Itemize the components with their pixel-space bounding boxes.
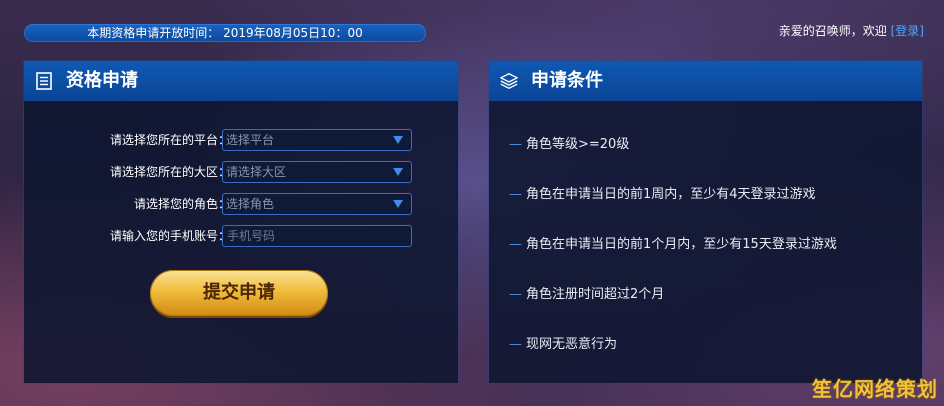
dash-icon: — [509,287,522,302]
region-select-value: 请选择大区 [226,165,287,179]
open-time-text: 本期资格申请开放时间： 2019年08月05日10：00 [87,26,363,40]
phone-label: 请输入您的手机账号： [109,229,230,243]
role-row: 请选择您的角色： 选择角色 [50,193,450,215]
phone-row: 请输入您的手机账号： [50,225,450,247]
welcome-text: 亲爱的召唤师，欢迎 [778,24,887,38]
open-time-bar: 本期资格申请开放时间： 2019年08月05日10：00 [24,24,426,42]
chevron-down-icon [393,200,403,208]
role-label: 请选择您的角色： [133,197,230,211]
region-label: 请选择您所在的大区： [109,165,230,179]
phone-input[interactable] [223,226,411,246]
conditions-title: 申请条件 [531,70,603,91]
dash-icon: — [509,187,522,202]
platform-select[interactable]: 选择平台 [222,129,412,151]
condition-text: 角色在申请当日的前1个月内，至少有15天登录过游戏 [526,237,837,252]
phone-field[interactable] [222,225,412,247]
condition-text: 角色等级>=20级 [526,137,630,152]
chevron-down-icon [393,168,403,176]
login-link[interactable]: [登录] [891,24,924,38]
platform-select-value: 选择平台 [226,133,275,147]
condition-item: — 角色注册时间超过2个月 [509,286,664,304]
submit-button-label: 提交申请 [203,282,275,303]
welcome-area: 亲爱的召唤师，欢迎 [登录] [779,22,924,40]
condition-item: — 角色等级>=20级 [509,136,629,154]
role-select[interactable]: 选择角色 [222,193,412,215]
condition-text: 角色注册时间超过2个月 [526,287,665,302]
dash-icon: — [509,237,522,252]
conditions-header: 申请条件 [489,61,922,101]
chevron-down-icon [393,136,403,144]
condition-item: — 现网无恶意行为 [509,336,617,354]
region-select[interactable]: 请选择大区 [222,161,412,183]
dash-icon: — [509,137,522,152]
submit-button[interactable]: 提交申请 [150,270,328,316]
condition-text: 角色在申请当日的前1周内，至少有4天登录过游戏 [526,187,816,202]
role-select-value: 选择角色 [226,197,275,211]
layers-icon [500,73,518,89]
platform-row: 请选择您所在的平台： 选择平台 [50,129,450,151]
watermark: 笙亿网络策划 [812,377,938,401]
condition-text: 现网无恶意行为 [526,337,618,352]
dash-icon: — [509,337,522,352]
platform-label: 请选择您所在的平台： [109,133,230,147]
condition-item: — 角色在申请当日的前1周内，至少有4天登录过游戏 [509,186,816,204]
application-header: 资格申请 [24,61,458,101]
condition-item: — 角色在申请当日的前1个月内，至少有15天登录过游戏 [509,236,837,254]
document-icon [36,72,52,90]
region-row: 请选择您所在的大区： 请选择大区 [50,161,450,183]
application-panel: 资格申请 请选择您所在的平台： 选择平台 请选择您所在的大区： 请选择大区 请选… [24,61,458,383]
conditions-panel: 申请条件 — 角色等级>=20级 — 角色在申请当日的前1周内，至少有4天登录过游戏… [489,61,922,383]
application-title: 资格申请 [66,70,138,91]
